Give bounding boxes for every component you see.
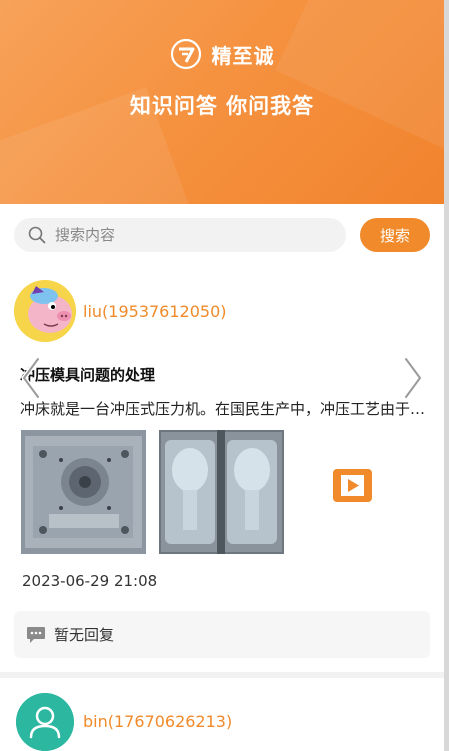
reply-status: 暂无回复: [54, 626, 115, 644]
post-username[interactable]: liu(19537612050): [83, 302, 227, 321]
avatar-illustration: [14, 280, 76, 342]
post-timestamp: 2023-06-29 21:08: [22, 572, 158, 590]
user-icon: [16, 693, 74, 751]
chevron-left-icon[interactable]: [16, 355, 46, 401]
reply-section[interactable]: 暂无回复: [14, 611, 430, 658]
video-play-button[interactable]: [333, 469, 372, 502]
banner-decoration: [275, 0, 444, 155]
search-bar[interactable]: [14, 218, 346, 252]
play-icon: [341, 475, 364, 496]
viewport-edge: [444, 0, 449, 751]
post-excerpt[interactable]: 冲床就是一台冲压式压力机。在国民生产中，冲压工艺由于比传统机械加工来说有节约材料…: [20, 398, 430, 419]
chevron-right-icon[interactable]: [398, 355, 428, 401]
logo-row: 精至诚: [0, 38, 444, 70]
comment-icon: [27, 626, 45, 643]
app-screen: 精至诚 知识问答 你问我答 搜索 liu(1953: [0, 0, 444, 751]
avatar[interactable]: [16, 693, 74, 751]
post-image-bottle-mold[interactable]: [159, 430, 284, 554]
search-input[interactable]: [53, 225, 337, 245]
avatar[interactable]: [14, 280, 76, 342]
post-divider: [0, 672, 444, 678]
brand-logo-icon: [170, 38, 201, 70]
post-image-mold[interactable]: [21, 430, 146, 554]
search-icon: [28, 226, 46, 244]
brand-name: 精至诚: [211, 43, 275, 68]
post-username[interactable]: bin(17670626213): [83, 712, 232, 731]
header-banner: 精至诚 知识问答 你问我答: [0, 0, 444, 204]
search-button[interactable]: 搜索: [360, 218, 430, 252]
header-slogan: 知识问答 你问我答: [129, 94, 315, 118]
